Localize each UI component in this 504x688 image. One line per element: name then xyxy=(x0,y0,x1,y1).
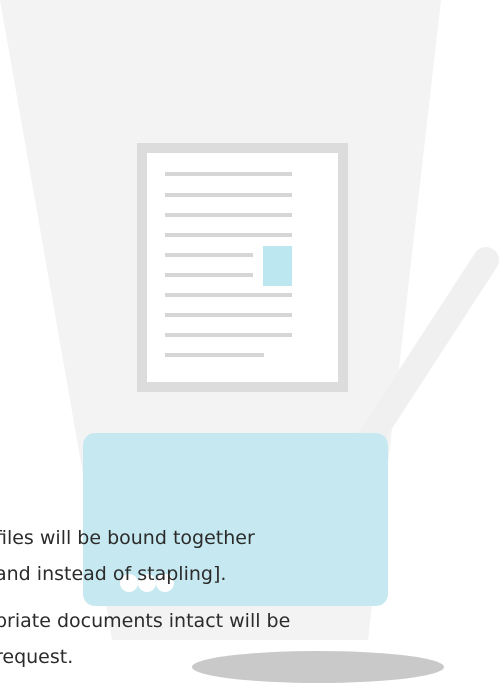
document-text-line xyxy=(165,273,253,277)
caption-line-4: request. xyxy=(0,646,74,668)
document-text-line xyxy=(165,213,292,217)
document-text-line xyxy=(165,172,292,176)
document-text-line xyxy=(165,233,292,237)
document-text-line xyxy=(165,193,292,197)
scanner-shadow xyxy=(192,651,444,683)
caption-line-2: and instead of stapling]. xyxy=(0,563,227,585)
document-highlight-block xyxy=(263,246,292,286)
document-page xyxy=(147,153,338,382)
document-text-line xyxy=(165,313,292,317)
scanner-illustration-stage: files will be bound together and instead… xyxy=(0,0,504,688)
document-text-line xyxy=(165,253,253,257)
document-text-line xyxy=(165,333,292,337)
document-text-line xyxy=(165,353,264,357)
caption-line-3: priate documents intact will be xyxy=(0,610,291,632)
document-text-line xyxy=(165,293,292,297)
caption-line-1: files will be bound together xyxy=(0,527,255,549)
